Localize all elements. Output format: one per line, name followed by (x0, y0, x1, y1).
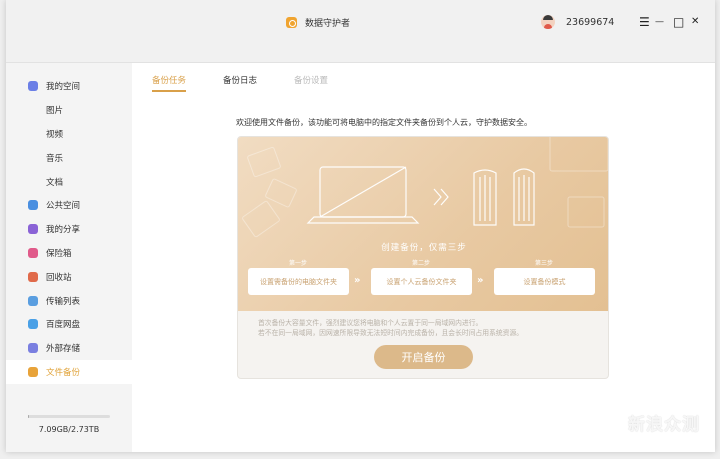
step-2-label: 第二步 (411, 260, 430, 267)
start-backup-button[interactable]: 开启备份 (374, 345, 473, 369)
close-button[interactable]: ✕ (691, 15, 699, 29)
backup-guide-card: 创建备份，仅需三步 第一步 第二步 第三步 设置需备份的电脑文件夹 » 设置个人… (237, 136, 609, 379)
external-storage-icon (28, 343, 38, 353)
sidebar-item-label: 音乐 (46, 154, 64, 164)
tab-backup-settings[interactable]: 备份设置 (294, 74, 328, 92)
sidebar-item-label: 百度网盘 (46, 320, 81, 330)
app-title: 数据守护者 (286, 16, 350, 29)
avatar[interactable] (541, 15, 555, 29)
user-account[interactable]: 23699674 (541, 15, 614, 29)
sidebar-item-my-share[interactable]: 我的分享 (6, 217, 132, 241)
sidebar-item-music[interactable]: 音乐 (6, 146, 132, 170)
sidebar-item-label: 文件备份 (46, 368, 81, 378)
recycle-bin-icon (28, 272, 38, 282)
sidebar-item-label: 保险箱 (46, 249, 72, 259)
file-backup-icon (28, 367, 38, 377)
sidebar-item-label: 公共空间 (46, 201, 81, 211)
sidebar-item-label: 我的分享 (46, 225, 81, 235)
double-chevron-icon: » (477, 275, 484, 286)
step-1-label: 第一步 (288, 260, 307, 267)
tab-backup-tasks[interactable]: 备份任务 (152, 74, 187, 92)
watermark: 新浪众测 (628, 415, 700, 435)
transfer-icon (28, 296, 38, 306)
step-3-button[interactable]: 设置备份模式 (494, 268, 595, 295)
share-icon (28, 224, 38, 234)
sidebar-item-label: 图片 (46, 106, 64, 116)
hero-title: 创建备份，仅需三步 (381, 243, 467, 253)
tab-backup-log[interactable]: 备份日志 (223, 74, 257, 92)
step-3-label: 第三步 (534, 260, 553, 267)
storage-bar (28, 415, 110, 418)
sidebar-item-label: 回收站 (46, 273, 72, 283)
storage-text: 7.09GB/2.73TB (38, 425, 100, 434)
sidebar-item-external-storage[interactable]: 外部存储 (6, 336, 132, 360)
my-space-icon (28, 81, 38, 91)
sidebar-item-public-space[interactable]: 公共空间 (6, 193, 132, 217)
maximize-button[interactable]: □ (673, 15, 684, 29)
sidebar-item-label: 我的空间 (46, 82, 81, 92)
step-1-button[interactable]: 设置需备份的电脑文件夹 (248, 268, 349, 295)
title-bar: 数据守护者 23699674 ☰ — □ ✕ (6, 0, 715, 63)
storage-bar-fill (28, 415, 29, 418)
tab-bar: 备份任务 备份日志 备份设置 (152, 74, 365, 92)
menu-icon[interactable]: ☰ (639, 15, 650, 29)
sidebar-item-baidu-netdisk[interactable]: 百度网盘 (6, 312, 132, 336)
sidebar-item-label: 文档 (46, 178, 64, 188)
safe-icon (28, 248, 38, 258)
public-space-icon (28, 200, 38, 210)
notice-line-2: 若不在同一局域网，因网速所限导致无法短时间内完成备份，且会长时间占用系统资源。 (258, 329, 524, 337)
sidebar-item-file-backup[interactable]: 文件备份 (6, 360, 132, 384)
app-window: 数据守护者 23699674 ☰ — □ ✕ 我的空间 图片 视频 音乐 文档 公共空间我… (6, 0, 715, 452)
app-logo-icon (286, 17, 297, 28)
baidu-netdisk-icon (28, 319, 38, 329)
sidebar-item-videos[interactable]: 视频 (6, 122, 132, 146)
step-2-button[interactable]: 设置个人云备份文件夹 (371, 268, 472, 295)
sidebar: 我的空间图片视频音乐文档公共空间我的分享保险箱回收站传输列表百度网盘外部存储文件… (6, 63, 132, 452)
sidebar-item-my-space[interactable]: 我的空间 (6, 74, 132, 98)
user-id: 23699674 (566, 16, 615, 28)
sidebar-item-recycle-bin[interactable]: 回收站 (6, 265, 132, 289)
app-title-text: 数据守护者 (305, 19, 351, 29)
sidebar-item-pictures[interactable]: 图片 (6, 98, 132, 122)
sidebar-item-label: 视频 (46, 130, 64, 140)
sidebar-item-label: 传输列表 (46, 297, 81, 307)
sidebar-item-transfer-list[interactable]: 传输列表 (6, 289, 132, 313)
intro-text: 欢迎使用文件备份，该功能可将电脑中的指定文件夹备份到个人云，守护数据安全。 (236, 118, 532, 127)
minimize-button[interactable]: — (655, 15, 664, 29)
sidebar-item-safe[interactable]: 保险箱 (6, 241, 132, 265)
sidebar-item-documents[interactable]: 文档 (6, 170, 132, 194)
sidebar-item-label: 外部存储 (46, 344, 81, 354)
notice-line-1: 首次备份大容量文件，强烈建议您将电脑和个人云置于同一局域网内进行。 (258, 319, 483, 327)
hero-banner: 创建备份，仅需三步 第一步 第二步 第三步 设置需备份的电脑文件夹 » 设置个人… (238, 137, 608, 311)
double-chevron-icon: » (354, 275, 361, 286)
